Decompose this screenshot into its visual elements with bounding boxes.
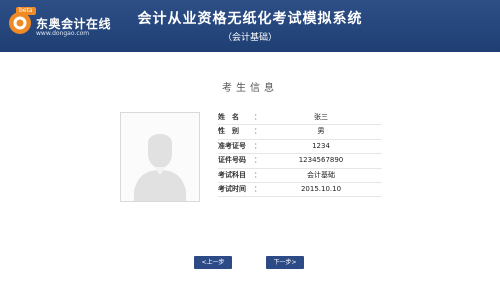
field-label: 考试时间 bbox=[218, 184, 246, 193]
avatar-icon bbox=[121, 113, 199, 201]
info-row-gender: 性 别 ： 男 bbox=[218, 125, 382, 140]
page-title: 会计从业资格无纸化考试模拟系统 bbox=[137, 11, 363, 27]
header-bar: beta 东奥会计在线 www.dongao.com 会计从业资格无纸化考试模拟… bbox=[0, 0, 500, 52]
nav-buttons: <上一步 下一步> bbox=[0, 256, 500, 270]
field-value: 1234 bbox=[312, 141, 330, 150]
field-value: 张三 bbox=[314, 113, 328, 121]
field-label: 准考证号 bbox=[218, 141, 246, 150]
field-label: 姓 名 bbox=[218, 113, 239, 121]
field-label: 考试科目 bbox=[218, 170, 246, 179]
info-row-name: 姓 名 ： 张三 bbox=[218, 111, 382, 126]
field-label: 证件号码 bbox=[218, 156, 246, 165]
next-step-button[interactable]: 下一步> bbox=[266, 256, 304, 269]
field-value: 男 bbox=[317, 127, 325, 136]
field-value: 1234567890 bbox=[298, 156, 344, 165]
page-subtitle: （会计基础） bbox=[222, 33, 277, 43]
field-label: 性 别 bbox=[218, 127, 239, 136]
field-value: 2015.10.10 bbox=[300, 184, 342, 193]
prev-step-button[interactable]: <上一步 bbox=[194, 256, 232, 269]
section-title: 考生信息 bbox=[222, 83, 278, 94]
candidate-info-table: 姓 名 ： 张三 性 别 ： 男 准考证号 ： 1234 证件号码 ： 1234… bbox=[218, 111, 382, 198]
info-row-exam-time: 考试时间 ： 2015.10.10 bbox=[218, 183, 382, 198]
info-row-id-no: 证件号码 ： 1234567890 bbox=[218, 154, 382, 169]
field-value: 会计基础 bbox=[307, 170, 335, 179]
info-row-subject: 考试科目 ： 会计基础 bbox=[218, 169, 382, 183]
candidate-photo bbox=[120, 112, 200, 202]
info-row-admission-no: 准考证号 ： 1234 bbox=[218, 140, 382, 155]
